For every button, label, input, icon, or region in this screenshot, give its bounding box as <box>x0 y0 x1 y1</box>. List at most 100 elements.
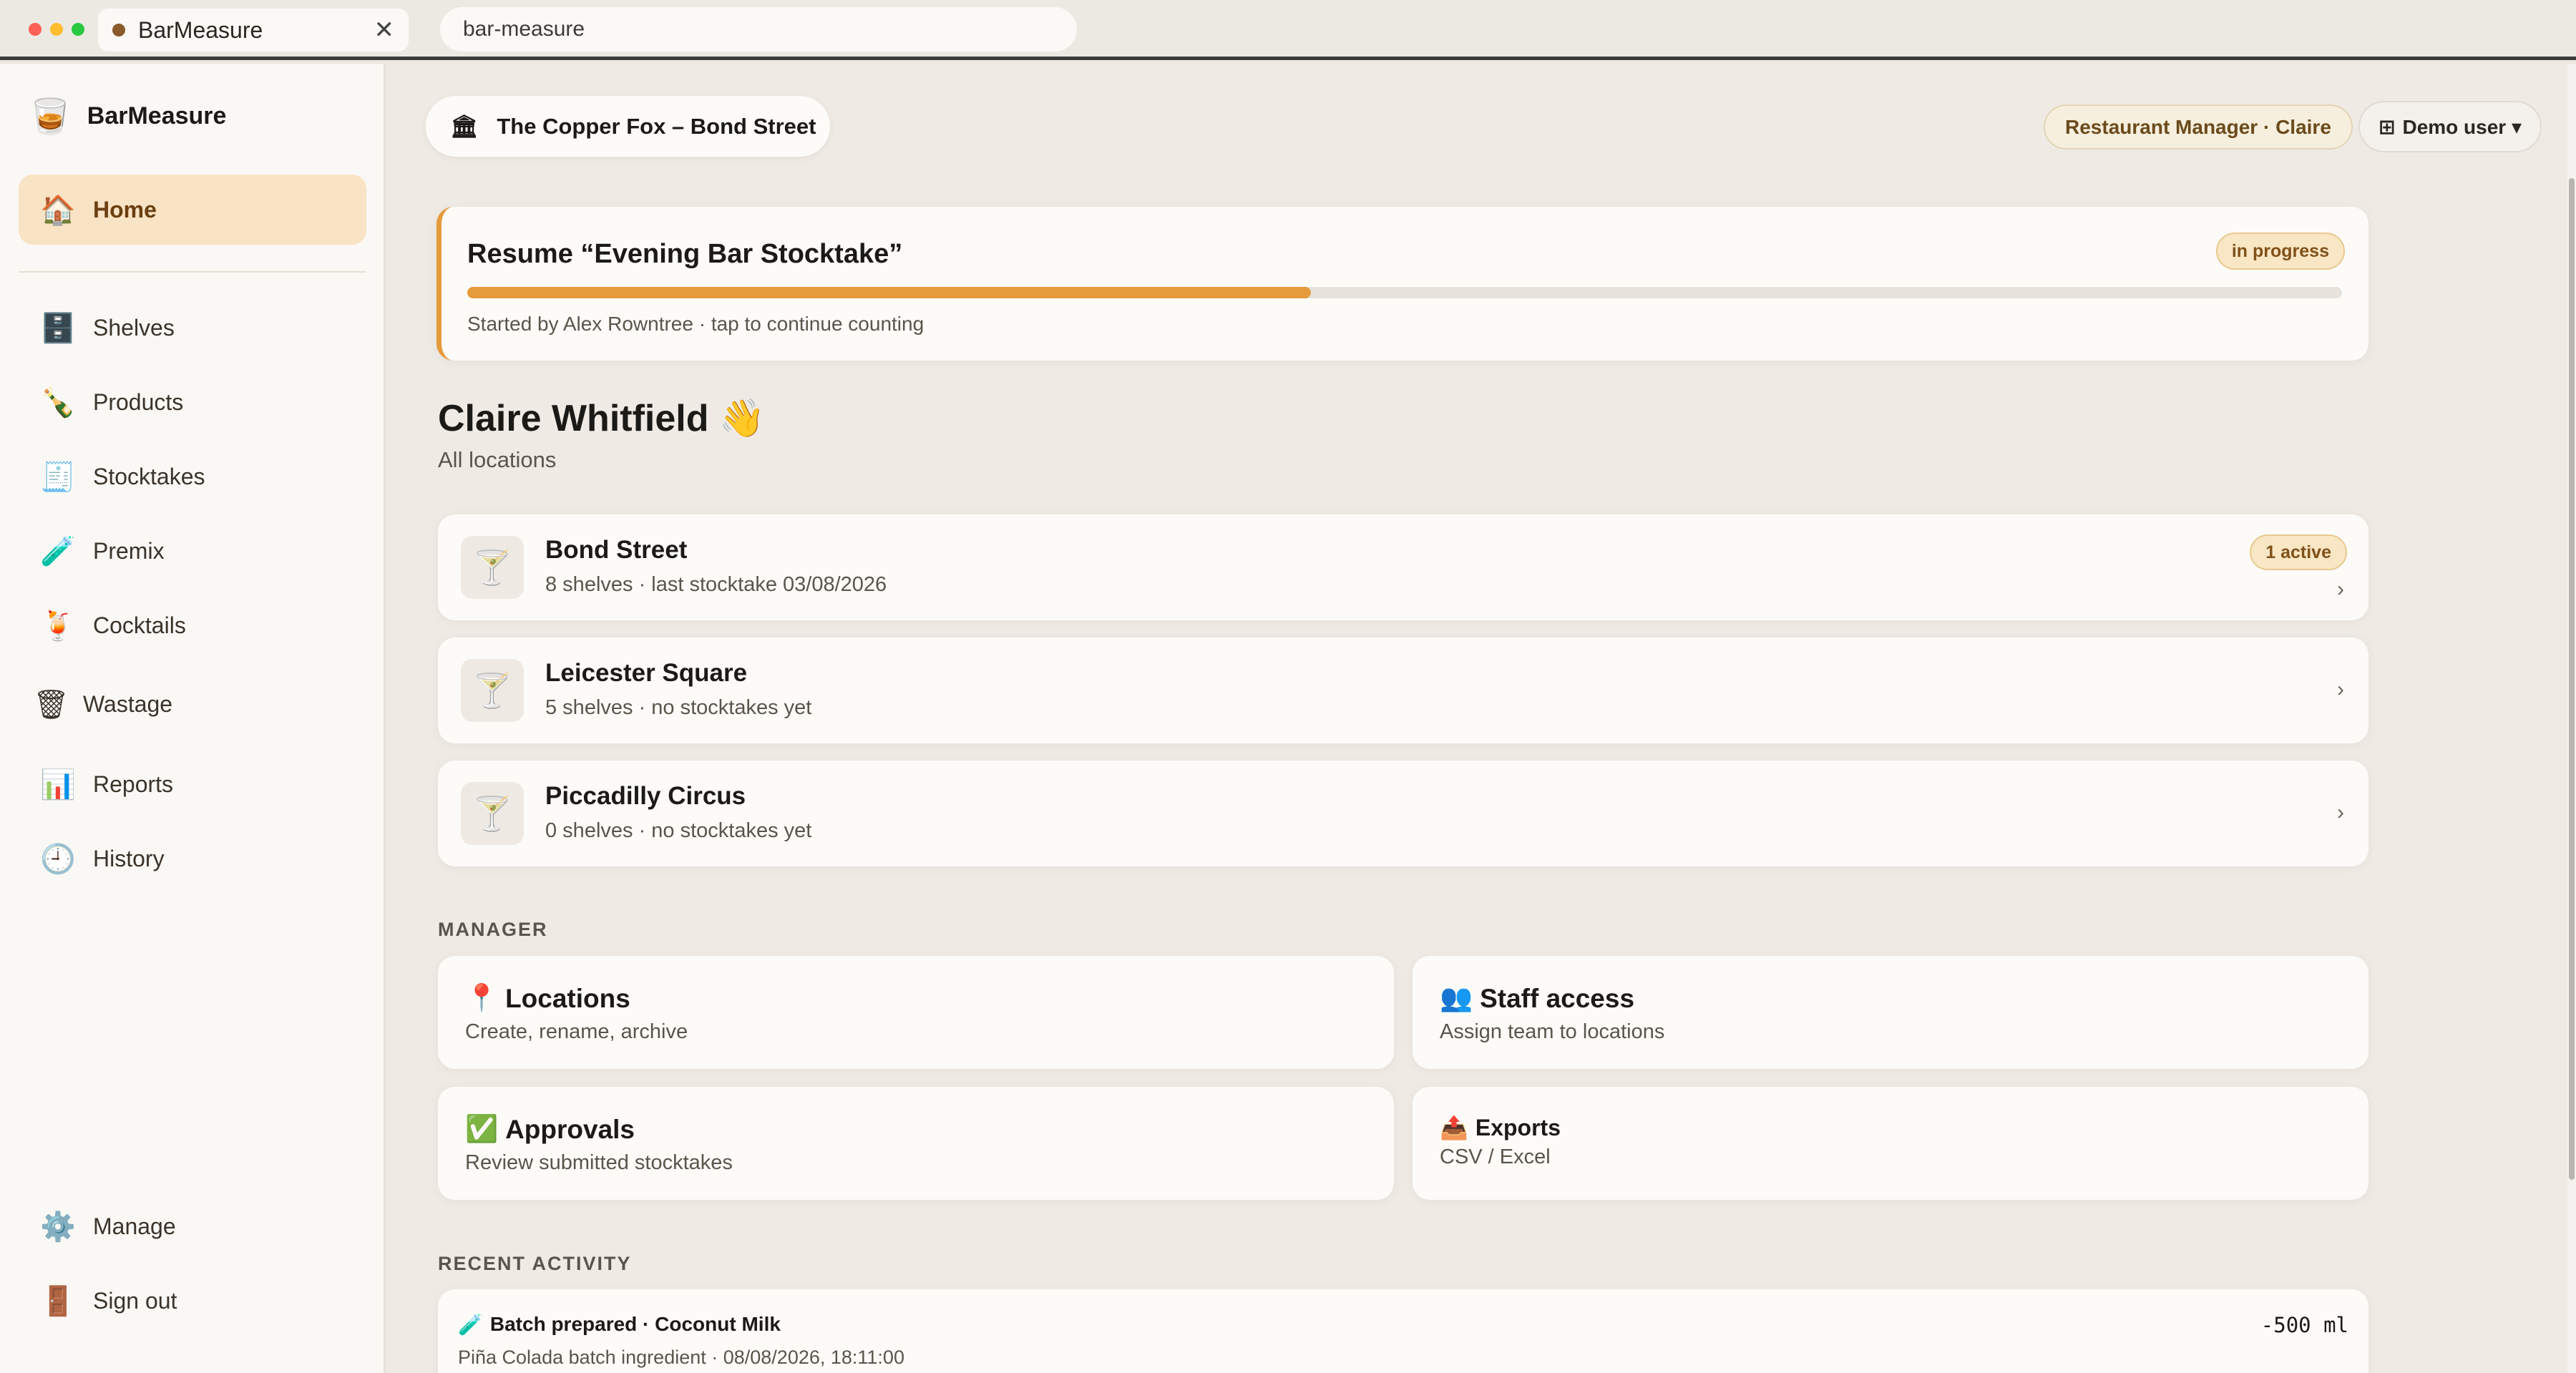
test-tube-icon: 🧪 <box>458 1314 483 1336</box>
page-subtitle: All locations <box>438 447 557 472</box>
export-icon: 📤 <box>1440 1115 1468 1140</box>
gear-icon: ⚙️ <box>40 1211 76 1243</box>
tile-title-text: Locations <box>505 983 630 1013</box>
chevron-right-icon: › <box>2337 577 2344 601</box>
tile-title: 👥 Staff access <box>1440 983 1634 1014</box>
minimize-window-button[interactable] <box>50 23 63 36</box>
scrollbar-thumb[interactable] <box>2569 178 2575 1180</box>
location-card-name: Leicester Square <box>545 659 748 687</box>
people-icon: 👥 <box>1440 983 1473 1012</box>
activity-value: -500 ml <box>2260 1313 2348 1337</box>
cocktail-glass-icon: 🍸 <box>461 659 524 722</box>
tile-subtitle: CSV / Excel <box>1440 1145 1551 1168</box>
sidebar-item-cocktails[interactable]: 🍹 Cocktails <box>19 590 366 660</box>
window-controls <box>29 23 84 36</box>
progress-bar <box>467 287 2342 298</box>
sidebar-divider <box>19 271 366 273</box>
tile-title: 📤 Exports <box>1440 1114 1561 1141</box>
user-label: Demo user ▾ <box>2402 115 2522 138</box>
cocktail-glass-icon: 🍸 <box>461 536 524 599</box>
door-icon: 🚪 <box>40 1285 76 1317</box>
sidebar-item-sign-out[interactable]: 🚪 Sign out <box>19 1266 366 1336</box>
sidebar-item-label: Wastage <box>83 690 173 717</box>
cocktail-glass-icon: 🍸 <box>461 782 524 845</box>
page-title: Claire Whitfield 👋 <box>438 398 766 439</box>
maximize-window-button[interactable] <box>72 23 84 36</box>
sidebar: 🥃 BarMeasure 🏠 Home 🗄️ Shelves 🍾 Product… <box>0 64 385 1373</box>
tile-title: ✅ Approvals <box>465 1114 635 1145</box>
sidebar-item-history[interactable]: 🕘 History <box>19 824 366 894</box>
resume-stocktake-card[interactable]: Resume “Evening Bar Stocktake” in progre… <box>436 207 2368 361</box>
main-content: 🏛 The Copper Fox – Bond Street Restauran… <box>386 64 2567 1373</box>
bin-icon: 🗑 <box>33 688 69 720</box>
sidebar-item-label: Stocktakes <box>93 463 205 489</box>
location-card-bond-street[interactable]: 🍸 Bond Street 8 shelves · last stocktake… <box>438 514 2368 620</box>
pin-icon: 📍 <box>465 983 499 1012</box>
close-window-button[interactable] <box>29 23 42 36</box>
user-menu-button[interactable]: ⊞ Demo user ▾ <box>2358 101 2542 152</box>
sidebar-item-label: Shelves <box>93 314 175 341</box>
grid-icon: ⊞ <box>2379 115 2396 138</box>
chevron-right-icon: › <box>2337 801 2344 824</box>
role-label: Restaurant Manager · Claire <box>2065 115 2331 138</box>
location-selector[interactable]: 🏛 The Copper Fox – Bond Street <box>426 96 831 157</box>
sidebar-item-label: History <box>93 845 165 871</box>
brand[interactable]: 🥃 BarMeasure <box>29 96 226 137</box>
bank-icon: 🏛 <box>450 114 479 139</box>
activity-subtitle: Piña Colada batch ingredient · 08/08/202… <box>458 1347 904 1368</box>
whisky-glass-icon: 🥃 <box>29 98 72 136</box>
browser-tab[interactable]: BarMeasure ✕ <box>98 9 409 52</box>
active-badge: 1 active <box>2250 534 2347 570</box>
tile-subtitle: Create, rename, archive <box>465 1020 688 1043</box>
tile-title-text: Exports <box>1475 1114 1561 1140</box>
sidebar-item-stocktakes[interactable]: 🧾 Stocktakes <box>19 441 366 512</box>
sidebar-item-home[interactable]: 🏠 Home <box>19 175 366 245</box>
shelves-icon: 🗄️ <box>40 312 76 344</box>
brand-name: BarMeasure <box>87 102 227 130</box>
role-badge[interactable]: Restaurant Manager · Claire <box>2044 104 2353 150</box>
sidebar-item-label: Products <box>93 389 184 415</box>
test-tube-icon: 🧪 <box>40 535 76 567</box>
tile-subtitle: Review submitted stocktakes <box>465 1151 733 1174</box>
address-bar[interactable]: bar-measure <box>440 7 1077 52</box>
url-text: bar-measure <box>463 17 585 41</box>
activity-item[interactable]: 🧪 Batch prepared · Coconut Milk Piña Col… <box>438 1289 2368 1373</box>
tile-title: 📍 Locations <box>465 983 630 1014</box>
scrollbar[interactable] <box>2567 64 2576 1373</box>
tab-title: BarMeasure <box>138 16 263 43</box>
location-card-leicester-square[interactable]: 🍸 Leicester Square 5 shelves · no stockt… <box>438 637 2368 743</box>
sidebar-item-shelves[interactable]: 🗄️ Shelves <box>19 293 366 363</box>
chart-icon: 📊 <box>40 768 76 801</box>
sidebar-item-products[interactable]: 🍾 Products <box>19 367 366 437</box>
sidebar-item-label: Cocktails <box>93 612 186 638</box>
resume-title: Resume “Evening Bar Stocktake” <box>467 239 903 269</box>
check-icon: ✅ <box>465 1114 499 1143</box>
sidebar-item-label: Manage <box>93 1213 176 1239</box>
resume-subtitle: Started by Alex Rowntree · tap to contin… <box>467 313 924 335</box>
sidebar-item-label: Premix <box>93 537 165 564</box>
sidebar-item-label: Sign out <box>93 1287 177 1314</box>
location-name: The Copper Fox – Bond Street <box>497 113 816 139</box>
manager-tile-staff-access[interactable]: 👥 Staff access Assign team to locations <box>1413 956 2368 1069</box>
bottle-icon: 🍾 <box>40 386 76 419</box>
favicon-icon <box>112 24 125 36</box>
sidebar-item-manage[interactable]: ⚙️ Manage <box>19 1191 366 1261</box>
activity-title: 🧪 Batch prepared · Coconut Milk <box>458 1313 781 1337</box>
clock-icon: 🕘 <box>40 843 76 875</box>
manager-tile-locations[interactable]: 📍 Locations Create, rename, archive <box>438 956 1394 1069</box>
tab-close-icon[interactable]: ✕ <box>374 16 395 44</box>
recent-activity-label: RECENT ACTIVITY <box>438 1253 632 1274</box>
tile-subtitle: Assign team to locations <box>1440 1020 1665 1043</box>
location-card-name: Bond Street <box>545 536 688 564</box>
manager-tile-exports[interactable]: 📤 Exports CSV / Excel <box>1413 1087 2368 1200</box>
status-badge: in progress <box>2215 233 2345 270</box>
sidebar-item-reports[interactable]: 📊 Reports <box>19 749 366 819</box>
location-card-meta: 5 shelves · no stocktakes yet <box>545 696 812 719</box>
sidebar-item-premix[interactable]: 🧪 Premix <box>19 516 366 586</box>
manager-tile-approvals[interactable]: ✅ Approvals Review submitted stocktakes <box>438 1087 1394 1200</box>
tile-title-text: Staff access <box>1480 983 1635 1013</box>
sidebar-item-label: Reports <box>93 771 174 797</box>
manager-section-label: MANAGER <box>438 919 548 940</box>
location-card-piccadilly-circus[interactable]: 🍸 Piccadilly Circus 0 shelves · no stock… <box>438 761 2368 866</box>
sidebar-item-wastage[interactable]: 🗑 Wastage <box>19 669 366 739</box>
